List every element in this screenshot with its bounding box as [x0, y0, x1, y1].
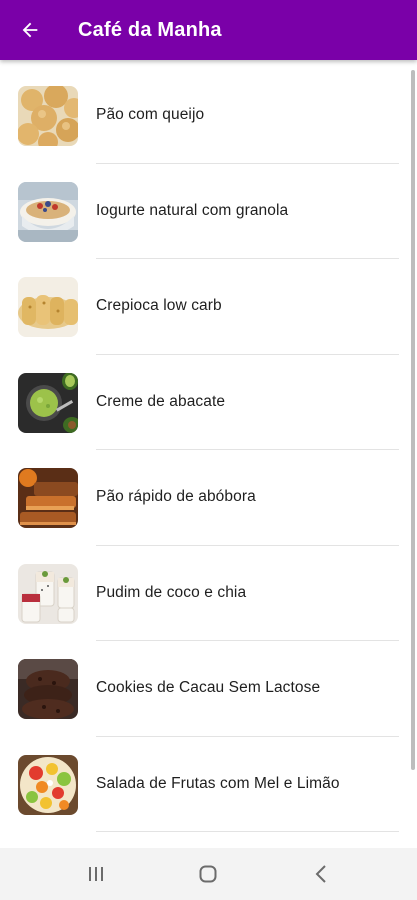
system-nav-bar — [0, 848, 417, 900]
system-back-button[interactable] — [291, 854, 351, 894]
avocado-cream-thumbnail — [18, 372, 78, 433]
back-button[interactable] — [0, 0, 60, 60]
recipe-list: Pão com queijo Iogurte natural com grano… — [0, 68, 417, 848]
list-item[interactable]: Creme de abacate — [0, 355, 417, 450]
app-bar: Café da Manha — [0, 0, 417, 60]
coconut-chia-pudding-thumbnail — [18, 563, 78, 624]
page-title: Café da Manha — [78, 18, 222, 41]
list-item[interactable]: Cookies de Cacau Sem Lactose — [0, 641, 417, 737]
home-button[interactable] — [178, 854, 238, 894]
crepioca-thumbnail — [18, 277, 78, 337]
pumpkin-bread-thumbnail — [18, 468, 78, 528]
app-screen: Café da Manha Pão com queijo Iogurte nat… — [0, 0, 417, 900]
list-item[interactable]: Pudim de coco e chia — [0, 546, 417, 641]
divider — [96, 831, 399, 832]
recents-icon — [89, 867, 104, 881]
recents-button[interactable] — [66, 854, 126, 894]
list-item[interactable]: Pão rápido de abóbora — [0, 450, 417, 546]
list-item[interactable]: Salada de Frutas com Mel e Limão — [0, 737, 417, 832]
cocoa-cookies-thumbnail — [18, 659, 78, 719]
list-item[interactable]: Pão com queijo — [0, 68, 417, 164]
list-item-label: Cookies de Cacau Sem Lactose — [96, 679, 321, 696]
cheese-bread-thumbnail — [18, 86, 78, 146]
list-scrollbar[interactable] — [411, 70, 415, 770]
list-item-label: Iogurte natural com granola — [96, 201, 289, 219]
list-item-label: Creme de abacate — [96, 392, 226, 410]
arrow-left-icon — [22, 22, 38, 38]
yogurt-granola-thumbnail — [18, 181, 78, 242]
fruit-salad-thumbnail — [18, 754, 78, 815]
list-item-label: Salada de Frutas com Mel e Limão — [96, 774, 340, 792]
list-item-label: Pudim de coco e chia — [96, 583, 247, 601]
list-item[interactable]: Iogurte natural com granola — [0, 164, 417, 259]
list-item-label: Crepioca low carb — [96, 297, 222, 314]
list-item-label: Pão com queijo — [96, 106, 205, 123]
back-chevron-icon — [315, 865, 326, 883]
list-item[interactable]: Crepioca low carb — [0, 259, 417, 355]
list-item-label: Pão rápido de abóbora — [96, 488, 256, 505]
home-icon — [199, 865, 217, 883]
